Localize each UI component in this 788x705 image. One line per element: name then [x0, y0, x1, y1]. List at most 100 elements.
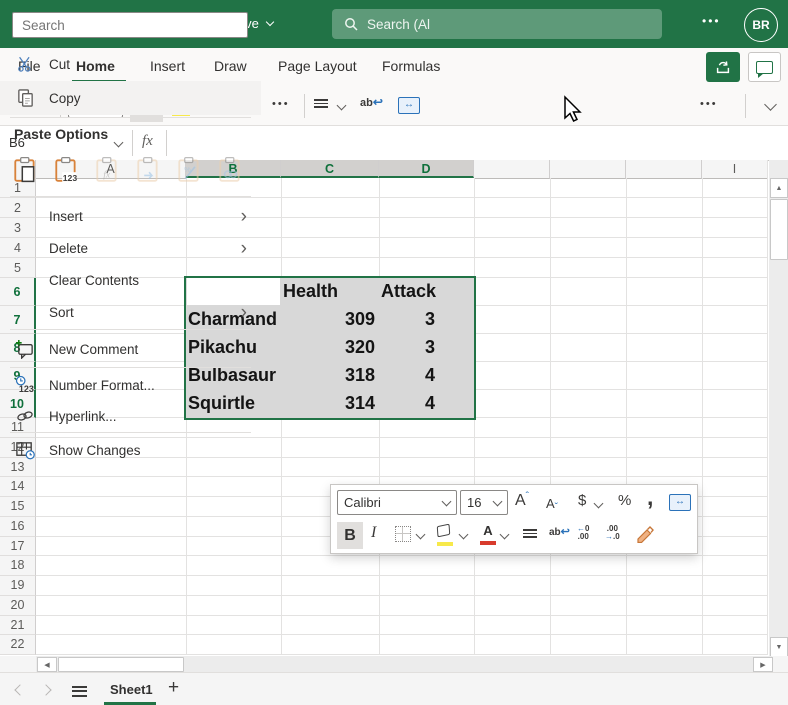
fill-color-swatch	[437, 542, 453, 546]
paste-formulas-icon[interactable]: fx	[90, 152, 124, 186]
mini-font-color-chevron-icon[interactable]	[500, 530, 510, 540]
column-header-D[interactable]: D	[379, 160, 474, 178]
currency-format-button[interactable]: $	[578, 492, 586, 509]
borders-button[interactable]	[395, 526, 411, 542]
search-box[interactable]: Search (Al	[332, 9, 662, 39]
scroll-up-button[interactable]: ▲	[770, 178, 788, 198]
paste-options-label: Paste Options	[14, 126, 108, 142]
row-header-21[interactable]: 21	[0, 616, 36, 636]
add-sheet-button[interactable]: +	[168, 677, 179, 699]
svg-text:%: %	[184, 165, 191, 174]
svg-text:123: 123	[63, 172, 78, 182]
context-menu-search-input[interactable]	[12, 12, 248, 38]
column-header-hidden[interactable]	[474, 160, 550, 179]
column-header-hidden[interactable]	[626, 160, 702, 179]
menu-item-number-format[interactable]: 123 Number Format...	[0, 370, 261, 400]
merge-cells-icon[interactable]: ↔	[398, 97, 420, 114]
decrease-decimal-button[interactable]: ←0.00	[577, 525, 589, 541]
merge-cells-icon[interactable]: ↔	[669, 494, 691, 511]
paste-icon[interactable]	[8, 152, 42, 186]
mini-align-button[interactable]	[523, 527, 537, 540]
show-changes-icon	[14, 440, 36, 460]
menu-item-copy[interactable]: Copy	[0, 81, 261, 115]
menu-item-new-comment[interactable]: New Comment	[0, 333, 261, 365]
mini-fill-color-button[interactable]	[437, 523, 453, 546]
cut-icon	[14, 55, 36, 73]
mini-wrap-text-button[interactable]: ab↩	[549, 525, 570, 538]
shrink-font-button[interactable]: Aˇ	[546, 494, 558, 513]
toolbar-more-button[interactable]: •••	[272, 98, 290, 110]
paste-transpose-icon[interactable]	[131, 152, 165, 186]
menu-item-sort[interactable]: Sort›	[0, 297, 261, 327]
menu-item-delete[interactable]: Delete›	[0, 233, 261, 263]
mini-font-color-button[interactable]: A	[480, 522, 496, 545]
share-button[interactable]	[706, 52, 740, 82]
comment-icon	[756, 61, 773, 74]
divider	[10, 196, 251, 197]
horizontal-scrollbar[interactable]: ◀ ▶	[36, 656, 772, 672]
row-header-16[interactable]: 16	[0, 517, 36, 537]
percent-format-button[interactable]: %	[618, 492, 631, 509]
grow-font-button[interactable]: Aˆ	[515, 492, 529, 510]
italic-button[interactable]: I	[371, 524, 376, 542]
comma-format-button[interactable]: ,	[647, 484, 653, 511]
prev-sheet-button[interactable]	[14, 684, 25, 695]
divider	[304, 94, 305, 118]
menu-item-insert[interactable]: Insert›	[0, 201, 261, 231]
paste-values-icon[interactable]: 123	[49, 152, 83, 186]
paste-link-icon[interactable]	[213, 152, 247, 186]
tab-formulas[interactable]: Formulas	[382, 58, 440, 74]
column-header-hidden[interactable]	[550, 160, 626, 179]
row-header-22[interactable]: 22	[0, 635, 36, 655]
vertical-scroll-thumb[interactable]	[770, 199, 788, 260]
vertical-scrollbar[interactable]: ▲ ▼	[769, 160, 788, 656]
mini-bold-button[interactable]: B	[337, 522, 363, 549]
mouse-cursor	[560, 95, 582, 125]
align-chevron-icon[interactable]	[337, 101, 347, 111]
row-header-14[interactable]: 14	[0, 477, 36, 497]
column-header-I[interactable]: I	[702, 160, 768, 179]
scroll-down-button[interactable]: ▼	[770, 637, 788, 657]
format-painter-button[interactable]	[635, 523, 655, 548]
search-placeholder: Search (Al	[367, 17, 430, 32]
tab-page-layout[interactable]: Page Layout	[278, 58, 357, 74]
hyperlink-icon	[14, 408, 36, 424]
borders-chevron-icon[interactable]	[416, 530, 426, 540]
divider	[10, 117, 251, 118]
column-header-C[interactable]: C	[281, 160, 379, 178]
scroll-right-button[interactable]: ▶	[753, 657, 773, 672]
gridline	[36, 197, 768, 198]
avatar[interactable]: BR	[744, 8, 778, 42]
topbar-more-button[interactable]: •••	[702, 14, 721, 28]
paste-formatting-icon[interactable]: %	[172, 152, 206, 186]
comments-button[interactable]	[748, 52, 781, 82]
sheet-tab[interactable]: Sheet1	[100, 673, 163, 705]
divider	[10, 432, 251, 433]
align-button[interactable]	[314, 97, 328, 110]
next-sheet-button[interactable]	[40, 684, 51, 695]
menu-item-cut[interactable]: Cut	[0, 49, 261, 79]
name-box-chevron-icon[interactable]	[114, 138, 124, 148]
collapse-ribbon-chevron-icon[interactable]	[764, 98, 777, 111]
menu-item-hyperlink[interactable]: Hyperlink...	[0, 401, 261, 431]
row-header-20[interactable]: 20	[0, 596, 36, 616]
all-sheets-button[interactable]	[72, 683, 87, 699]
horizontal-scroll-thumb[interactable]	[58, 657, 184, 672]
gridline	[36, 476, 768, 477]
wrap-text-button[interactable]: ab↩	[360, 95, 383, 109]
font-name-select[interactable]: Calibri	[337, 490, 457, 515]
scroll-left-button[interactable]: ◀	[37, 657, 57, 672]
fx-icon[interactable]: fx	[142, 133, 153, 150]
row-header-15[interactable]: 15	[0, 497, 36, 517]
menu-item-clear-contents[interactable]: Clear Contents	[0, 265, 261, 295]
row-header-18[interactable]: 18	[0, 556, 36, 576]
toolbar-overflow-button[interactable]: •••	[700, 98, 718, 110]
mini-font-size-select[interactable]: 16	[460, 490, 508, 515]
mini-fill-chevron-icon[interactable]	[459, 530, 469, 540]
increase-decimal-button[interactable]: .00→.0	[605, 525, 620, 541]
menu-item-show-changes[interactable]: Show Changes	[0, 435, 261, 465]
currency-chevron-icon[interactable]	[594, 499, 604, 509]
row-header-17[interactable]: 17	[0, 537, 36, 557]
font-color-swatch	[480, 541, 496, 545]
row-header-19[interactable]: 19	[0, 576, 36, 596]
